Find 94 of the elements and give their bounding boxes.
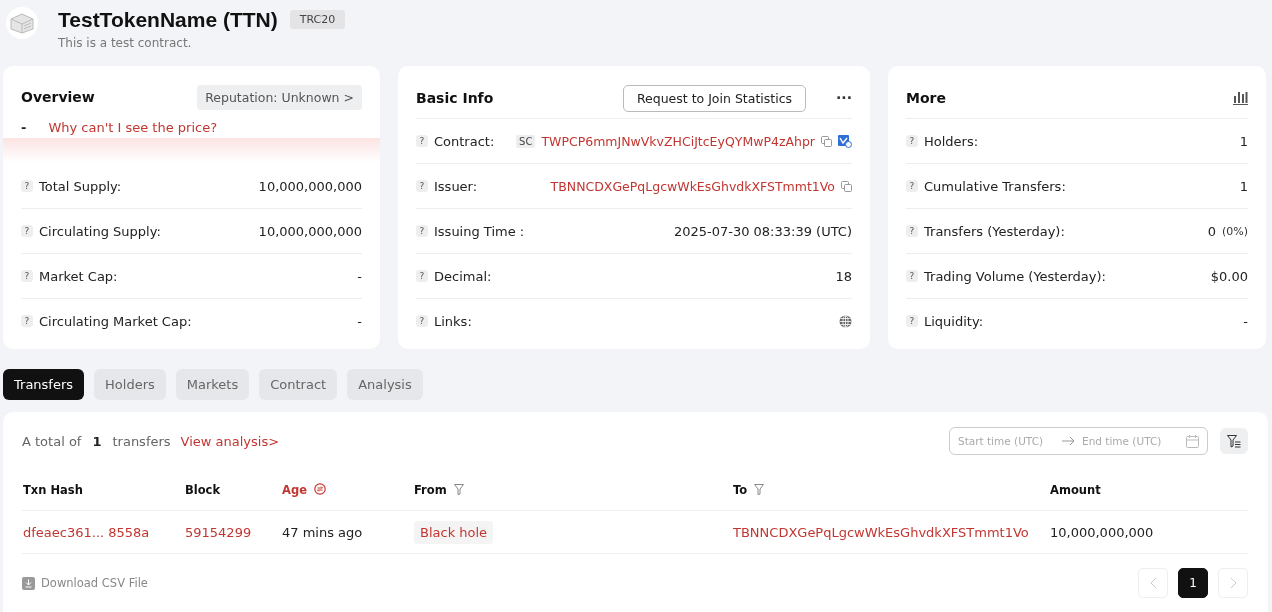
field-label: Cumulative Transfers: [924, 178, 1066, 194]
help-icon[interactable]: ? [906, 135, 918, 147]
amount-cell: 10,000,000,000 [1050, 524, 1154, 540]
block-link[interactable]: 59154299 [185, 524, 252, 540]
card-title: More [906, 90, 946, 106]
tab[interactable]: Markets [175, 369, 250, 400]
from-address-tag[interactable]: Black hole [414, 520, 494, 544]
more-options-button[interactable]: ··· [814, 90, 852, 106]
copy-icon[interactable] [821, 135, 832, 147]
field-label: Market Cap: [39, 268, 119, 284]
field-label: Total Supply: [39, 178, 123, 194]
total-unit: transfers [112, 433, 171, 449]
token-standard-badge: TRC20 [289, 10, 346, 29]
field-value: - [1243, 313, 1248, 329]
token-title: TestTokenName (TTN) [58, 7, 278, 32]
field-value: $0.00 [1210, 268, 1248, 284]
sort-icon[interactable] [313, 483, 326, 495]
field-value: - [357, 313, 362, 329]
download-icon[interactable] [22, 576, 35, 590]
field-label: Issuer: [434, 178, 478, 194]
age-cell: 47 mins ago [282, 524, 363, 540]
page-button[interactable]: 1 [1178, 568, 1208, 598]
transfer-count: 1 [92, 433, 102, 449]
token-logo-icon [6, 6, 38, 39]
help-icon[interactable]: ? [416, 225, 428, 237]
column-header[interactable]: To [733, 483, 748, 497]
help-icon[interactable]: ? [906, 180, 918, 192]
column-header: Amount [1050, 483, 1101, 497]
help-icon[interactable]: ? [21, 180, 33, 192]
calendar-icon [1186, 434, 1199, 448]
price-help-link[interactable]: Why can't I see the price? [48, 119, 218, 135]
field-value: 0 [1207, 223, 1216, 239]
help-icon[interactable]: ? [906, 270, 918, 282]
field-label: Holders: [924, 133, 979, 149]
help-icon[interactable]: ? [416, 180, 428, 192]
download-csv-link[interactable]: Download CSV File [41, 576, 148, 590]
field-label: Liquidity: [924, 313, 984, 329]
chevron-left-icon [1149, 577, 1157, 589]
column-header: Txn Hash [23, 483, 83, 497]
filter-icon[interactable] [453, 484, 464, 495]
total-label: A total of [22, 433, 82, 449]
contract-type-tag: SC [516, 134, 536, 148]
arrow-right-icon [1062, 436, 1076, 446]
help-icon[interactable]: ? [416, 135, 428, 147]
reputation-button[interactable]: Reputation: Unknown > [197, 84, 362, 110]
field-label: Transfers (Yesterday): [924, 223, 1065, 239]
card-title: Basic Info [416, 90, 494, 106]
column-header: Block [185, 483, 221, 497]
view-analysis-link[interactable]: View analysis> [180, 433, 280, 449]
help-icon[interactable]: ? [906, 225, 918, 237]
issuer-address-link[interactable]: TBNNCDXGePqLgcwWkEsGhvdkXFSTmmt1Vo [550, 178, 835, 194]
request-statistics-button[interactable]: Request to Join Statistics [622, 84, 807, 112]
filter-button[interactable] [1220, 428, 1248, 454]
card-title: Overview [21, 89, 95, 105]
help-icon[interactable]: ? [906, 315, 918, 327]
bar-chart-icon[interactable] [1233, 91, 1248, 105]
tab[interactable]: Holders [94, 369, 166, 400]
txn-hash-link[interactable]: dfeaec361... 8558a [23, 524, 150, 540]
to-address-link[interactable]: TBNNCDXGePqLgcwWkEsGhvdkXFSTmmt1Vo [733, 524, 1029, 540]
help-icon[interactable]: ? [416, 315, 428, 327]
help-icon[interactable]: ? [416, 270, 428, 282]
field-label: Contract: [434, 133, 495, 149]
help-icon[interactable]: ? [21, 315, 33, 327]
filter-icon[interactable] [754, 484, 765, 495]
column-header[interactable]: From [414, 483, 447, 497]
field-value: 2025-07-30 08:33:39 (UTC) [673, 223, 852, 239]
token-description: This is a test contract. [58, 35, 193, 50]
tab[interactable]: Contract [259, 369, 338, 400]
contract-address-link[interactable]: TWPCP6mmJNwVkvZHCiJtcEyQYMwP4zAhpr [541, 133, 815, 149]
globe-icon[interactable] [839, 314, 852, 328]
field-label: Links: [434, 313, 472, 329]
field-value: 1 [1239, 133, 1248, 149]
column-header[interactable]: Age [282, 483, 307, 497]
field-value: 10,000,000,000 [258, 223, 362, 239]
field-label: Issuing Time : [434, 223, 525, 239]
field-value: 18 [835, 268, 852, 284]
price-value: - [21, 119, 27, 135]
tab[interactable]: Transfers [3, 369, 85, 400]
field-label: Trading Volume (Yesterday): [924, 268, 1106, 284]
field-label: Circulating Supply: [39, 223, 162, 239]
field-label: Decimal: [434, 268, 492, 284]
copy-icon[interactable] [841, 180, 852, 192]
field-value: - [357, 268, 362, 284]
verified-contract-icon[interactable] [838, 134, 852, 148]
field-value: 10,000,000,000 [258, 178, 362, 194]
help-icon[interactable]: ? [21, 270, 33, 282]
help-icon[interactable]: ? [21, 225, 33, 237]
field-label: Circulating Market Cap: [39, 313, 193, 329]
chevron-right-icon [1229, 577, 1237, 589]
tab[interactable]: Analysis [347, 369, 423, 400]
percent-change: (0%) [1221, 224, 1248, 238]
date-range-field[interactable]: Start time (UTC) End time (UTC) [949, 427, 1208, 455]
filter-list-icon [1227, 434, 1241, 448]
field-value: 1 [1239, 178, 1248, 194]
